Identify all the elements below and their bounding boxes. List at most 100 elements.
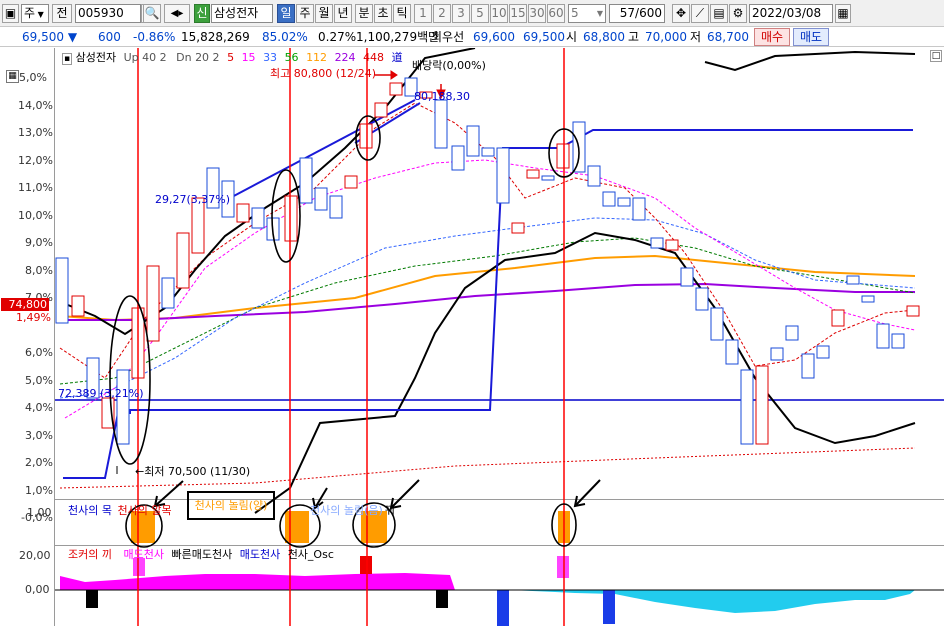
ind2-osc xyxy=(55,556,944,626)
candle xyxy=(176,232,190,289)
interval-select[interactable]: 5 ▼ xyxy=(568,4,606,23)
panel-close-icon[interactable]: □ xyxy=(930,50,942,62)
candle xyxy=(481,147,495,157)
market-select[interactable]: 주 ▼ xyxy=(21,4,49,23)
num-2-button[interactable]: 2 xyxy=(433,4,451,23)
candles xyxy=(55,77,920,445)
legend-ma224: 224 xyxy=(334,51,356,64)
period-minute-button[interactable]: 분 xyxy=(355,4,373,23)
quote-bar: 69,500 ▼ 600 -0.86% 15,828,269 85.02% 0.… xyxy=(0,27,944,47)
save-icon[interactable]: ▤ xyxy=(710,4,728,23)
candle xyxy=(785,325,799,341)
candle xyxy=(846,275,860,285)
stock-code-input[interactable]: 005930 xyxy=(75,4,141,23)
open-price: 68,800 xyxy=(583,30,625,44)
axis-label: 3,0% xyxy=(25,429,53,442)
candle xyxy=(556,143,570,169)
num-30-button[interactable]: 30 xyxy=(528,4,546,23)
period-year-button[interactable]: 년 xyxy=(334,4,352,23)
sell-button[interactable]: 매도 xyxy=(793,28,829,46)
ind1-highlight-box: 천사의 놀림(양) xyxy=(187,491,275,520)
indicator-icon[interactable]: ✥ xyxy=(672,4,690,23)
axis-label: 5,0% xyxy=(25,374,53,387)
count-field[interactable]: 57/600 xyxy=(609,4,665,23)
ind2-axis-top-label: 20,00 xyxy=(19,549,51,562)
candle xyxy=(146,265,160,342)
period-week-button[interactable]: 주 xyxy=(296,4,314,23)
candle xyxy=(801,353,815,379)
search-icon[interactable]: 🔍 xyxy=(143,4,161,23)
volume-ratio: 85.02% xyxy=(262,30,308,44)
price-axis: ▦ 5,0% 14,0% 13,0% 12,0% 11,0% 10,0% 9,0… xyxy=(0,48,55,626)
draw-line-icon[interactable]: ⟋ xyxy=(691,4,709,23)
axis-label: 11,0% xyxy=(18,181,53,194)
osc-bar xyxy=(497,590,509,626)
legend-toggle-icon[interactable]: ▪ xyxy=(62,53,73,65)
marker-head xyxy=(390,70,398,80)
candle xyxy=(511,222,525,234)
legend-dn: Dn 20 2 xyxy=(176,51,220,64)
num-3-button[interactable]: 3 xyxy=(452,4,470,23)
annotation-ellipse xyxy=(109,295,151,465)
candle xyxy=(116,369,130,445)
candle xyxy=(71,295,85,317)
low-annotation-text: 최저 70,500 (11/30) xyxy=(144,465,251,478)
ind2-legend-item: 매도천사 xyxy=(239,548,281,561)
legend-ma56: 56 xyxy=(284,51,299,64)
osc-area-positive xyxy=(60,573,455,590)
candle xyxy=(496,147,510,204)
candle xyxy=(650,237,664,249)
calendar-icon[interactable]: ▦ xyxy=(835,4,851,23)
current-price-marker: 74,800 xyxy=(1,298,49,311)
axis-settings-icon[interactable]: ▦ xyxy=(6,70,19,83)
legend-extra: 道 xyxy=(391,51,403,64)
stock-code-value: 005930 xyxy=(78,6,124,20)
ind1-legend-item: 천사의 알목 xyxy=(117,504,172,517)
low-annotation: ←최저 70,500 (11/30) xyxy=(135,465,250,479)
low-label: 저 xyxy=(690,30,702,44)
axis-label: 5,0% xyxy=(19,71,47,84)
candle xyxy=(161,277,175,309)
envelope-top-line xyxy=(704,50,916,72)
period-second-button[interactable]: 초 xyxy=(374,4,392,23)
candle xyxy=(891,333,905,349)
current-pct-marker: 1,49% xyxy=(16,311,51,324)
candle xyxy=(451,145,465,171)
best-bid: 69,500 xyxy=(523,30,565,44)
date-field[interactable]: 2022/03/08 xyxy=(749,4,833,23)
candle xyxy=(55,257,69,324)
gear-icon[interactable]: ⚙ xyxy=(729,4,747,23)
num-5-button[interactable]: 5 xyxy=(471,4,489,23)
axis-label: 4,0% xyxy=(25,401,53,414)
prev-button[interactable]: 전 xyxy=(52,4,72,23)
candle xyxy=(695,287,709,311)
legend-ma15: 15 xyxy=(241,51,256,64)
down-arrow-icon: ▼ xyxy=(67,30,78,44)
window-menu-icon[interactable]: ▣ xyxy=(2,4,19,23)
candle xyxy=(602,191,616,207)
level-annotation: 29,27(3,37%) xyxy=(155,193,231,206)
osc-bar xyxy=(603,590,615,624)
candle xyxy=(359,123,373,149)
legend-ma33: 33 xyxy=(263,51,278,64)
open-label: 시 xyxy=(566,30,578,44)
num-10-button[interactable]: 10 xyxy=(490,4,508,23)
period-tick-button[interactable]: 틱 xyxy=(393,4,411,23)
period-day-button[interactable]: 일 xyxy=(277,4,295,23)
period-month-button[interactable]: 월 xyxy=(315,4,333,23)
buy-button[interactable]: 매수 xyxy=(754,28,790,46)
candle xyxy=(344,175,358,189)
candle xyxy=(251,207,265,229)
num-1-button[interactable]: 1 xyxy=(414,4,432,23)
change-value: 600 xyxy=(98,30,121,44)
ind2-legend-item: 매도천사 xyxy=(123,548,164,561)
stepper-icon[interactable]: ◀▸ xyxy=(164,4,190,23)
legend-ma112: 112 xyxy=(306,51,328,64)
num-60-button[interactable]: 60 xyxy=(547,4,565,23)
num-15-button[interactable]: 15 xyxy=(509,4,527,23)
candle xyxy=(236,203,250,223)
ind1-legend-item: 천사의 놀림(음) xyxy=(310,504,383,517)
low-price: 68,700 xyxy=(707,30,749,44)
ind1-legend: 천사의 놀림(음) 뀌 xyxy=(310,504,395,518)
candle xyxy=(299,157,313,204)
